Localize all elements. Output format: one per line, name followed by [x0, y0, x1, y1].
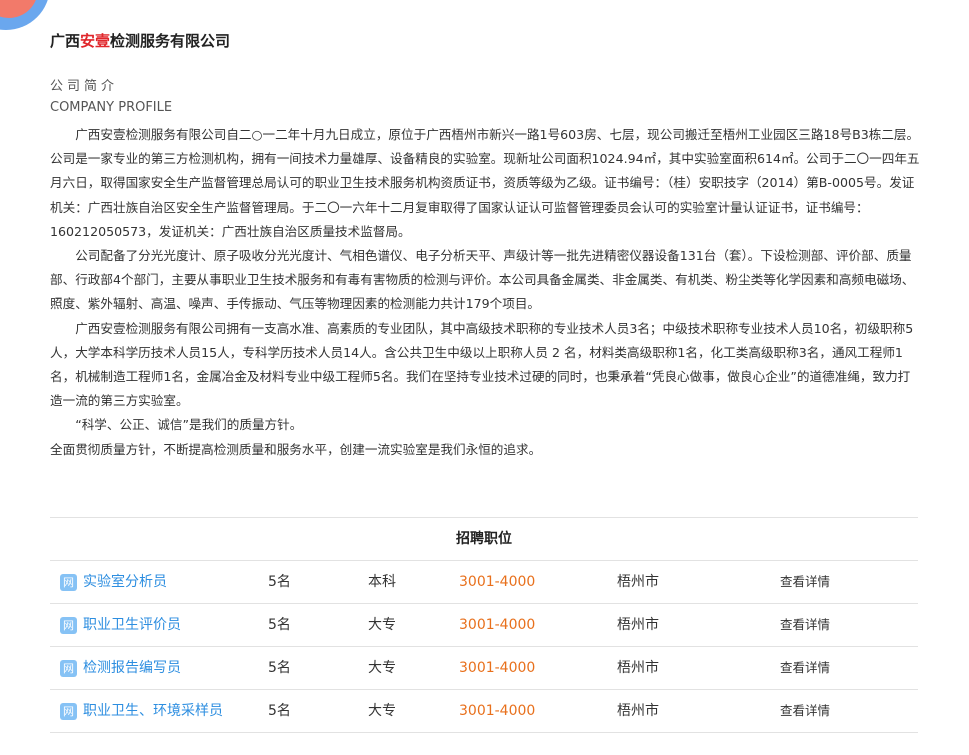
view-details-link[interactable]: 查看详情 [780, 690, 830, 732]
job-count: 5名 [268, 574, 291, 590]
quality-policy: “科学、公正、诚信”是我们的质量方针。 [75, 417, 303, 433]
profile-label-en: COMPANY PROFILE [50, 100, 173, 115]
profile-label-cn: 公司简介 [50, 79, 119, 94]
job-salary: 3001-4000 [459, 703, 536, 719]
view-details-link[interactable]: 查看详情 [780, 604, 830, 646]
job-city: 梧州市 [617, 660, 659, 676]
job-web-icon: 网 [60, 617, 77, 634]
job-title-link[interactable]: 职业卫生评价员 [83, 604, 233, 646]
job-education: 本科 [368, 574, 396, 590]
job-count: 5名 [268, 703, 291, 719]
company-name: 广西安壹检测服务有限公司 [50, 30, 230, 51]
job-city: 梧州市 [617, 574, 659, 590]
job-title-link[interactable]: 实验室分析员 [83, 561, 233, 603]
job-title-link[interactable]: 职业卫生、环境采样员 [83, 690, 233, 732]
job-title-link[interactable]: 检测报告编写员 [83, 647, 233, 689]
job-row: 网 实验室分析员 5名 本科 3001-4000 梧州市 查看详情 [50, 561, 918, 604]
intro-paragraph: 广西安壹检测服务有限公司拥有一支高水准、高素质的专业团队，其中高级技术职称的专业… [50, 320, 914, 409]
intro-paragraph: 广西安壹检测服务有限公司自二○一二年十月九日成立，原位于广西梧州市新兴一路1号6… [50, 127, 920, 239]
job-count: 5名 [268, 660, 291, 676]
job-web-icon: 网 [60, 660, 77, 677]
quality-pursuit: 全面贯彻质量方针，不断提高检测质量和服务水平，创建一流实验室是我们永恒的追求。 [50, 441, 542, 457]
job-city: 梧州市 [617, 703, 659, 719]
job-education: 大专 [368, 703, 396, 719]
job-row: 网 职业卫生、环境采样员 5名 大专 3001-4000 梧州市 查看详情 [50, 690, 918, 733]
job-city: 梧州市 [617, 617, 659, 633]
job-education: 大专 [368, 617, 396, 633]
job-row: 网 检测报告编写员 5名 大专 3001-4000 梧州市 查看详情 [50, 647, 918, 690]
company-intro: 广西安壹检测服务有限公司自二○一二年十月九日成立，原位于广西梧州市新兴一路1号6… [50, 123, 920, 462]
job-salary: 3001-4000 [459, 617, 536, 633]
intro-paragraph: 公司配备了分光光度计、原子吸收分光光度计、气相色谱仪、电子分析天平、声级计等一批… [50, 248, 915, 312]
view-details-link[interactable]: 查看详情 [780, 561, 830, 603]
company-name-accent: 安壹 [80, 32, 111, 50]
company-name-prefix: 广西 [50, 32, 81, 50]
job-salary: 3001-4000 [459, 574, 536, 590]
job-web-icon: 网 [60, 574, 77, 591]
job-education: 大专 [368, 660, 396, 676]
job-listings-heading: 招聘职位 [50, 518, 918, 561]
job-row: 网 职业卫生评价员 5名 大专 3001-4000 梧州市 查看详情 [50, 604, 918, 647]
job-web-icon: 网 [60, 703, 77, 720]
company-name-suffix: 检测服务有限公司 [110, 32, 231, 50]
job-listings: 招聘职位 网 实验室分析员 5名 本科 3001-4000 梧州市 查看详情 网… [50, 517, 918, 733]
job-count: 5名 [268, 617, 291, 633]
job-salary: 3001-4000 [459, 660, 536, 676]
view-details-link[interactable]: 查看详情 [780, 647, 830, 689]
